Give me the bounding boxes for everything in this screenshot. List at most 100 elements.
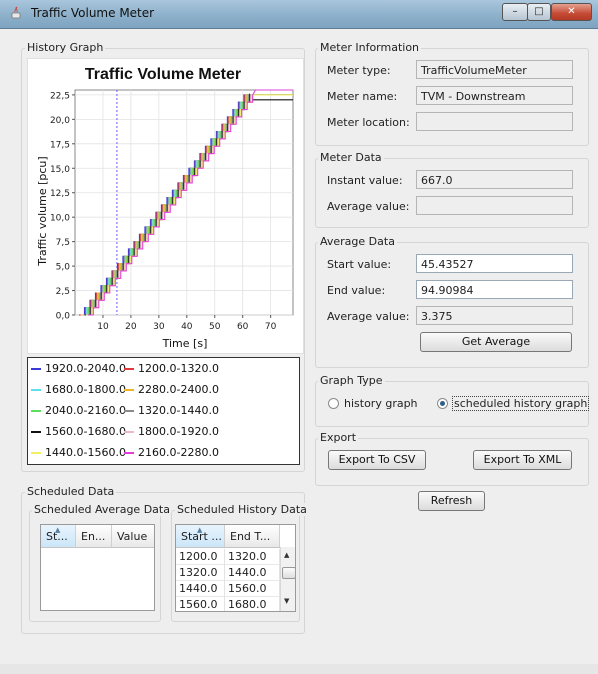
legend-swatch: [124, 368, 134, 370]
scrollbar-thumb[interactable]: [282, 567, 295, 579]
legend-swatch: [124, 410, 134, 412]
table-cell[interactable]: 1320.0: [176, 565, 225, 581]
table-cell[interactable]: 1560.0: [225, 581, 280, 597]
x-tick-label: 50: [209, 322, 221, 332]
scheduled-average-legend: Scheduled Average Data: [32, 503, 172, 516]
meter-type-label: Meter type:: [327, 64, 391, 77]
column-header-value[interactable]: Value: [112, 525, 154, 547]
chart-area: Traffic Volume Meter Traffic volume [pcu…: [27, 58, 304, 354]
legend-swatch: [124, 431, 134, 433]
y-tick-label: 5,0: [56, 263, 71, 273]
x-tick-label: 40: [181, 322, 193, 332]
table-cell[interactable]: 1680.0: [225, 597, 280, 611]
scheduled-history-graph-radio[interactable]: [437, 398, 448, 409]
end-value-label: End value:: [327, 284, 386, 297]
computed-average-field: 3.375: [416, 306, 573, 325]
y-tick-label: 7,5: [56, 238, 70, 248]
export-xml-button[interactable]: Export To XML: [473, 450, 572, 470]
y-tick-label: 22,5: [50, 91, 70, 101]
scroll-up-arrow-icon[interactable]: ▲: [284, 551, 289, 559]
legend-item: 1560.0-1680.0: [31, 425, 126, 438]
history-graph-radio-label[interactable]: history graph: [344, 397, 418, 410]
legend-swatch: [31, 431, 41, 433]
title-bar[interactable]: Traffic Volume Meter – □ ✕: [0, 0, 598, 29]
sort-arrow-icon: ▲: [197, 526, 203, 534]
meter-name-label: Meter name:: [327, 90, 398, 103]
legend-label: 1320.0-1440.0: [138, 404, 219, 417]
scheduled-history-graph-radio-label[interactable]: scheduled history graph: [452, 396, 590, 411]
legend-item: 1440.0-1560.0: [31, 446, 126, 459]
vertical-scrollbar[interactable]: ▲ ▼: [280, 547, 295, 611]
refresh-button[interactable]: Refresh: [418, 491, 485, 511]
x-tick-label: 70: [265, 322, 277, 332]
column-header-end[interactable]: En...: [76, 525, 112, 547]
x-tick-label: 20: [125, 322, 137, 332]
y-tick-label: 10,0: [50, 214, 70, 224]
average-data-legend: Average Data: [318, 235, 397, 248]
meter-name-field: TVM - Downstream: [416, 86, 573, 105]
export-legend: Export: [318, 431, 359, 444]
legend-item: 1320.0-1440.0: [124, 404, 219, 417]
end-value-input[interactable]: 94.90984: [416, 280, 573, 299]
x-tick-label: 60: [237, 322, 249, 332]
chart-legend: 1920.0-2040.0 1200.0-1320.0 1680.0-1800.0 2…: [27, 357, 300, 465]
start-value-input[interactable]: 45.43527: [416, 254, 573, 273]
table-cell[interactable]: 1320.0: [225, 549, 280, 565]
table-cell[interactable]: 1560.0: [176, 597, 225, 611]
y-tick-label: 12,5: [50, 189, 70, 199]
y-tick-label: 20,0: [50, 116, 70, 126]
meter-data-legend: Meter Data: [318, 151, 384, 164]
legend-swatch: [124, 452, 134, 454]
legend-swatch: [31, 389, 41, 391]
chart-ylabel: Traffic volume [pcu]: [36, 156, 49, 266]
legend-swatch: [31, 368, 41, 370]
instant-value-field: 667.0: [416, 170, 573, 189]
table-cell[interactable]: 1200.0: [176, 549, 225, 565]
legend-label: 1920.0-2040.0: [45, 362, 126, 375]
meter-data-panel: [315, 158, 589, 228]
legend-label: 1440.0-1560.0: [45, 446, 126, 459]
meter-location-label: Meter location:: [327, 116, 410, 129]
legend-label: 2280.0-2400.0: [138, 383, 219, 396]
column-header-end-time[interactable]: End T...: [225, 525, 280, 547]
meter-information-legend: Meter Information: [318, 41, 422, 54]
scheduled-history-table-header: Start ... End T...: [176, 525, 280, 548]
sort-arrow-icon: ▲: [55, 526, 61, 534]
table-cell[interactable]: 1440.0: [225, 565, 280, 581]
scheduled-history-legend: Scheduled History Data: [175, 503, 309, 516]
legend-item: 1680.0-1800.0: [31, 383, 126, 396]
export-csv-button[interactable]: Export To CSV: [328, 450, 426, 470]
scheduled-data-legend: Scheduled Data: [25, 485, 117, 498]
legend-item: 2160.0-2280.0: [124, 446, 219, 459]
y-tick-label: 15,0: [50, 165, 70, 175]
legend-label: 2040.0-2160.0: [45, 404, 126, 417]
legend-label: 1200.0-1320.0: [138, 362, 219, 375]
y-tick-label: 0,0: [56, 312, 71, 322]
legend-item: 1200.0-1320.0: [124, 362, 219, 375]
legend-swatch: [31, 452, 41, 454]
graph-type-legend: Graph Type: [318, 374, 385, 387]
start-value-label: Start value:: [327, 258, 392, 271]
close-button[interactable]: ✕: [551, 3, 592, 21]
legend-swatch: [31, 410, 41, 412]
table-cell[interactable]: 1440.0: [176, 581, 225, 597]
traffic-volume-chart: Traffic Volume Meter Traffic volume [pcu…: [36, 66, 294, 350]
minimize-button[interactable]: –: [502, 3, 528, 21]
legend-item: 2040.0-2160.0: [31, 404, 126, 417]
legend-label: 1800.0-1920.0: [138, 425, 219, 438]
window-bottom-border: [0, 664, 598, 674]
scroll-down-arrow-icon[interactable]: ▼: [284, 597, 289, 605]
instant-value-label: Instant value:: [327, 174, 403, 187]
maximize-button[interactable]: □: [527, 3, 551, 21]
x-tick-label: 10: [97, 322, 109, 332]
scheduled-average-table[interactable]: St... En... Value ▲: [40, 524, 155, 611]
scheduled-history-table[interactable]: Start ... End T... ▲ 1200.0 1320.0 1320.0 1…: [175, 524, 296, 612]
main-window: Traffic Volume Meter – □ ✕ History Graph…: [0, 0, 598, 674]
legend-label: 1680.0-1800.0: [45, 383, 126, 396]
legend-item: 2280.0-2400.0: [124, 383, 219, 396]
legend-item: 1920.0-2040.0: [31, 362, 126, 375]
get-average-button[interactable]: Get Average: [420, 332, 572, 352]
legend-label: 1560.0-1680.0: [45, 425, 126, 438]
history-graph-radio[interactable]: [328, 398, 339, 409]
x-tick-label: 30: [153, 322, 165, 332]
